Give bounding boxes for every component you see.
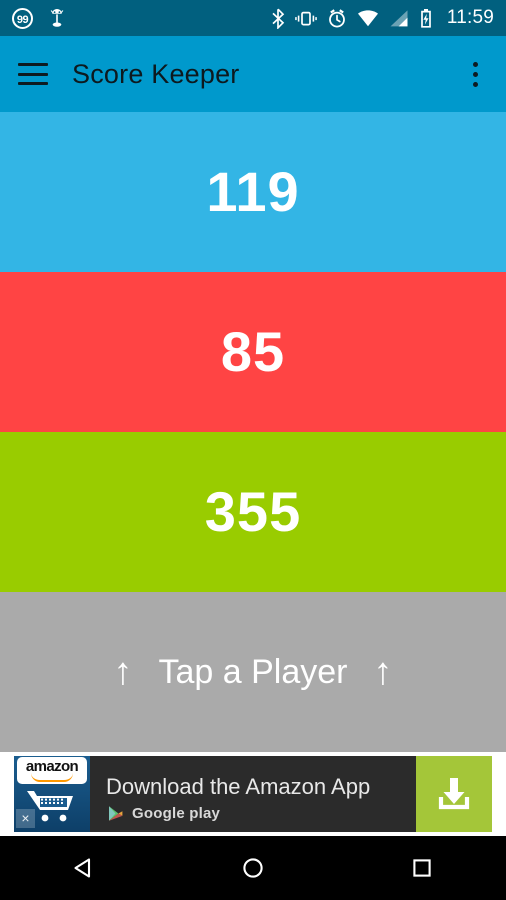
status-bar-clock: 11:59 bbox=[446, 7, 494, 28]
back-triangle-icon bbox=[74, 858, 91, 878]
hamburger-line bbox=[18, 63, 48, 66]
player-score-value: 85 bbox=[220, 320, 286, 383]
up-arrow-icon-left: ↑ bbox=[113, 651, 133, 693]
player-score-value: 119 bbox=[206, 160, 300, 223]
up-arrow-icon-right: ↑ bbox=[373, 651, 393, 693]
score-panel-list: 119 85 355 bbox=[0, 112, 506, 592]
amazon-brand-label: amazon bbox=[25, 757, 79, 775]
android-robot-icon bbox=[50, 8, 64, 27]
player-score-panel-three[interactable]: 355 bbox=[0, 432, 506, 592]
ad-close-icon[interactable]: × bbox=[16, 809, 35, 828]
overflow-menu-icon[interactable] bbox=[462, 59, 488, 89]
phone-screen: 99 11:59 Score Keeper 119 85 355 ↑ Tap a… bbox=[0, 0, 506, 900]
player-score-panel-two[interactable]: 85 bbox=[0, 272, 506, 432]
amazon-cart-icon: amazon × bbox=[14, 756, 90, 832]
download-icon bbox=[438, 778, 470, 810]
vibrate-icon bbox=[295, 11, 317, 25]
status-bar: 99 11:59 bbox=[0, 0, 506, 36]
wifi-icon bbox=[357, 9, 378, 26]
android-navigation-bar bbox=[0, 836, 506, 900]
home-circle-icon bbox=[243, 858, 263, 878]
page-title: Score Keeper bbox=[72, 58, 240, 89]
battery-charging-icon bbox=[421, 8, 431, 28]
home-button[interactable] bbox=[215, 836, 291, 900]
tap-hint-label: Tap a Player bbox=[158, 653, 348, 691]
player-score-value: 355 bbox=[204, 480, 302, 543]
google-play-label: Google play bbox=[132, 804, 221, 822]
status-bar-left-icons: 99 bbox=[12, 7, 67, 29]
google-play-icon bbox=[109, 805, 123, 821]
status-bar-right-icons: 11:59 bbox=[271, 7, 494, 29]
overflow-dot bbox=[472, 81, 478, 87]
amazon-wordmark: amazon bbox=[17, 757, 87, 784]
overflow-dot bbox=[472, 71, 478, 77]
bluetooth-icon bbox=[272, 8, 285, 29]
player-score-panel-one[interactable]: 119 bbox=[0, 112, 506, 272]
ad-headline: Download the Amazon App bbox=[106, 773, 371, 799]
app-bar: Score Keeper bbox=[0, 36, 506, 112]
ad-store-row: Google play bbox=[106, 804, 416, 823]
overflow-dot bbox=[472, 61, 478, 67]
amazon-smile-icon bbox=[31, 773, 73, 782]
recents-square-icon bbox=[412, 859, 431, 877]
ad-banner-area: amazon × Download the Amazon App Google … bbox=[0, 752, 506, 836]
hamburger-line bbox=[18, 72, 48, 76]
alarm-icon bbox=[328, 8, 345, 28]
hamburger-line bbox=[18, 82, 48, 85]
cell-signal-icon bbox=[390, 9, 408, 26]
ad-banner[interactable]: amazon × Download the Amazon App Google … bbox=[14, 756, 492, 832]
hamburger-menu-icon[interactable] bbox=[18, 63, 48, 85]
tap-a-player-hint: ↑ Tap a Player ↑ bbox=[0, 592, 506, 752]
ad-download-button[interactable] bbox=[416, 756, 492, 832]
ad-text-block: Download the Amazon App Google play bbox=[90, 756, 416, 832]
notification-count-badge: 99 bbox=[12, 7, 33, 29]
back-button[interactable] bbox=[46, 836, 122, 900]
recents-button[interactable] bbox=[384, 836, 460, 900]
